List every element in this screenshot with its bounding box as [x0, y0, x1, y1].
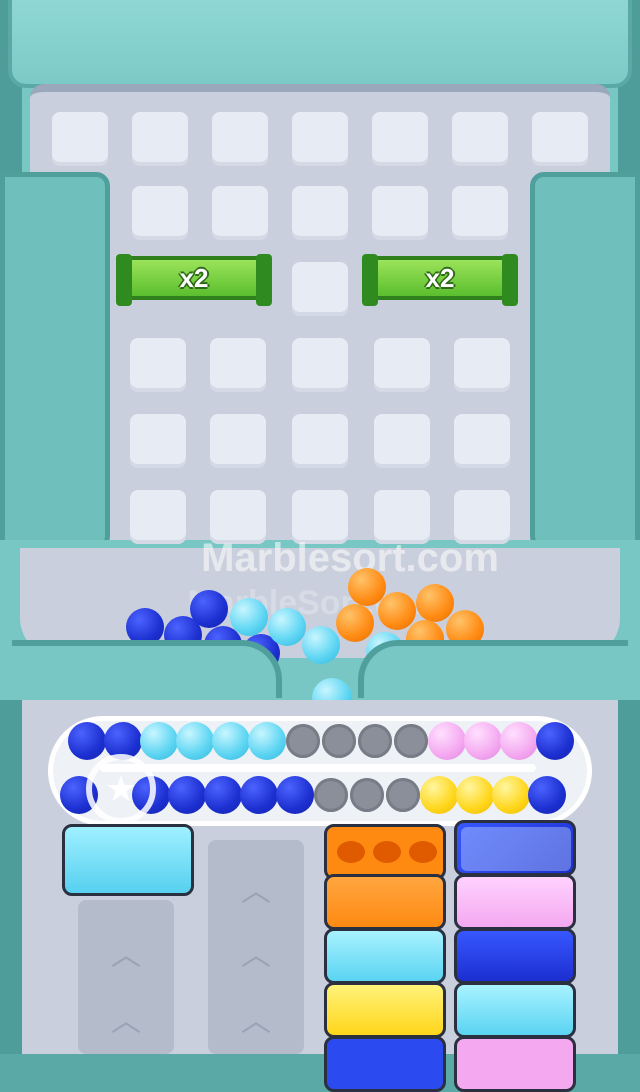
watermark-ghost: MarbleSort.com: [187, 584, 445, 622]
cyan-box[interactable]: [324, 928, 446, 984]
chevron-up-icon: ︿: [241, 875, 271, 908]
peg-tile: [210, 338, 266, 392]
right-side-panel: [530, 172, 640, 550]
peg-tile: [292, 262, 348, 316]
orange-box-slots[interactable]: [324, 824, 446, 880]
orange-marble: [416, 584, 454, 622]
peg-tile: [130, 414, 186, 468]
peg-tile: [212, 186, 268, 240]
peg-tile: [210, 414, 266, 468]
empty-slot: [358, 724, 392, 758]
empty-slot: [386, 778, 420, 812]
multiplier-bar-right: x2: [362, 254, 518, 306]
multiplier-bar-left: x2: [116, 254, 272, 306]
frozen-navy-box[interactable]: [454, 820, 576, 876]
navy-marble: [168, 776, 206, 814]
navy-marble: [528, 776, 566, 814]
peg-tile: [454, 338, 510, 392]
funnel-right-lip: [358, 640, 628, 698]
navy-box[interactable]: [454, 928, 576, 984]
cyan-marble: [268, 608, 306, 646]
funnel-left-lip: [12, 640, 282, 698]
chevron-up-icon: ︿: [241, 1005, 271, 1038]
navy-marble: [276, 776, 314, 814]
peg-tile: [132, 186, 188, 240]
navy-marble: [240, 776, 278, 814]
peg-tile: [454, 414, 510, 468]
navy-marble: [68, 722, 106, 760]
pink-marble: [500, 722, 538, 760]
yellow-marble: [420, 776, 458, 814]
multiplier-label: x2: [425, 262, 455, 293]
peg-tile: [292, 414, 348, 468]
pink-marble: [428, 722, 466, 760]
multiplier-label: x2: [179, 262, 209, 293]
cyan-box[interactable]: [454, 982, 576, 1038]
peg-tile: [292, 186, 348, 240]
cyan-box[interactable]: [62, 824, 194, 896]
cyan-marble: [212, 722, 250, 760]
chevron-up-icon: ︿: [111, 939, 141, 972]
cyan-marble: [248, 722, 286, 760]
orange-marble: [378, 592, 416, 630]
yellow-marble: [456, 776, 494, 814]
peg-tile: [212, 112, 268, 166]
peg-tile: [452, 186, 508, 240]
empty-slot: [350, 778, 384, 812]
cyan-marble: [302, 626, 340, 664]
orange-box[interactable]: [324, 874, 446, 930]
peg-tile: [452, 112, 508, 166]
empty-slot: [322, 724, 356, 758]
track-divider: [100, 764, 536, 772]
cyan-marble: [230, 598, 268, 636]
peg-tile: [292, 338, 348, 392]
watermark: Marblesort.com: [201, 536, 499, 580]
peg-tile: [130, 338, 186, 392]
yellow-marble: [492, 776, 530, 814]
navy-marble: [536, 722, 574, 760]
empty-slot: [394, 724, 428, 758]
left-side-panel: [0, 172, 110, 550]
navy-marble: [204, 776, 242, 814]
yellow-box[interactable]: [324, 982, 446, 1038]
orange-marble: [336, 604, 374, 642]
peg-tile: [532, 112, 588, 166]
top-rim: [8, 0, 632, 88]
empty-slot: [314, 778, 348, 812]
peg-tile: [132, 112, 188, 166]
cyan-marble: [140, 722, 178, 760]
empty-slot: [286, 724, 320, 758]
cyan-marble: [176, 722, 214, 760]
chevron-up-icon: ︿: [111, 1005, 141, 1038]
pink-box[interactable]: [454, 1036, 576, 1092]
star-icon: ★: [104, 768, 138, 809]
peg-tile: [374, 338, 430, 392]
peg-tile: [52, 112, 108, 166]
pink-marble: [464, 722, 502, 760]
booster-star-button[interactable]: ★: [86, 754, 156, 824]
peg-tile: [372, 112, 428, 166]
peg-tile: [372, 186, 428, 240]
navy-box[interactable]: [324, 1036, 446, 1092]
peg-tile: [292, 112, 348, 166]
pink-box[interactable]: [454, 874, 576, 930]
peg-tile: [374, 414, 430, 468]
chevron-up-icon: ︿: [241, 939, 271, 972]
